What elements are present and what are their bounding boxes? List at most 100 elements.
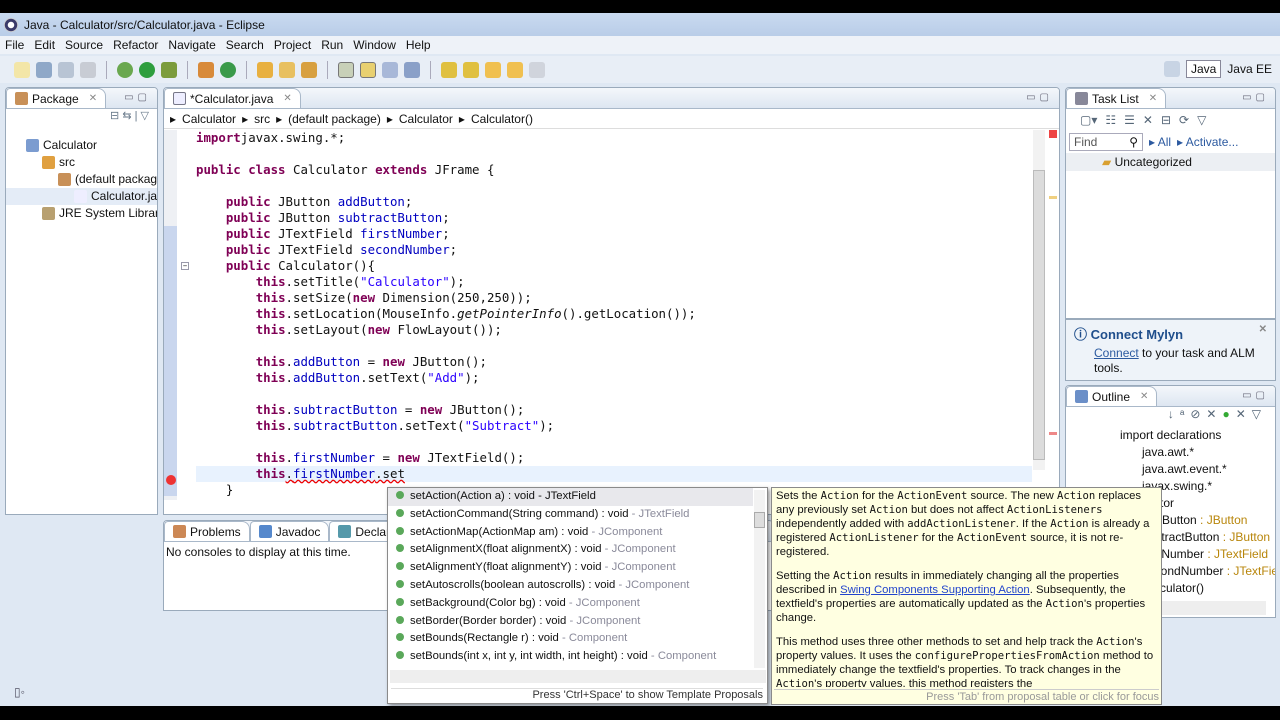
breadcrumb-item[interactable]: src bbox=[254, 112, 270, 126]
hide-completed-icon[interactable]: ✕ bbox=[1143, 113, 1153, 127]
status-bar-icon[interactable]: ▯◦ bbox=[14, 685, 25, 699]
outline-item[interactable]: java.awt.* bbox=[1066, 444, 1275, 461]
tab-outline[interactable]: Outline ✕ bbox=[1066, 386, 1158, 406]
show-whitespace-icon[interactable] bbox=[404, 61, 420, 78]
link-editor-icon[interactable]: ⇆ bbox=[122, 110, 131, 122]
menu-navigate[interactable]: Navigate bbox=[163, 38, 220, 52]
proposal-scrollbar[interactable] bbox=[754, 490, 765, 668]
open-type-icon[interactable] bbox=[257, 61, 273, 78]
breadcrumb-item[interactable]: Calculator() bbox=[471, 112, 533, 126]
new-class-icon[interactable] bbox=[220, 61, 236, 78]
mark-occurrences-icon[interactable] bbox=[338, 61, 354, 78]
close-icon[interactable]: ✕ bbox=[1259, 324, 1267, 335]
proposal-item[interactable]: setBounds(Rectangle r) : void - Componen… bbox=[388, 630, 753, 648]
code-editor[interactable]: − importjavax.swing.*; public class Calcu… bbox=[164, 130, 1059, 500]
minimize-maximize-icon[interactable]: ▭▢ bbox=[1026, 92, 1053, 103]
close-icon[interactable]: ✕ bbox=[1149, 93, 1157, 104]
breadcrumb-item[interactable]: Calculator bbox=[399, 112, 453, 126]
sort-icon[interactable]: ↓ᵃ bbox=[1168, 407, 1190, 421]
proposal-hscrollbar[interactable] bbox=[390, 670, 766, 683]
view-menu-icon[interactable]: ▽ bbox=[1252, 407, 1267, 421]
hide-local-types-icon[interactable]: ✕ bbox=[1236, 407, 1252, 421]
hide-nonpublic-icon[interactable]: ● bbox=[1222, 407, 1235, 421]
breadcrumb-item[interactable]: Calculator bbox=[182, 112, 236, 126]
menu-run[interactable]: Run bbox=[316, 38, 348, 52]
scheduled-icon[interactable]: ☰ bbox=[1124, 113, 1135, 127]
proposal-item[interactable]: setBorder(Border border) : void - JCompo… bbox=[388, 613, 753, 631]
run-icon[interactable] bbox=[139, 61, 155, 78]
tree-item[interactable]: (default package) bbox=[6, 171, 157, 188]
perspective-java-ee[interactable]: Java EE bbox=[1227, 62, 1272, 76]
find-input[interactable]: Find ⚲ bbox=[1069, 133, 1143, 151]
proposal-item[interactable]: setBounds(int x, int y, int width, int h… bbox=[388, 648, 753, 666]
activate-link[interactable]: ▸ Activate... bbox=[1177, 135, 1238, 149]
sync-icon[interactable]: ⟳ bbox=[1179, 113, 1189, 127]
new-task-icon[interactable]: ▢▾ bbox=[1080, 113, 1097, 127]
collapse-all-icon[interactable]: ⊟ bbox=[110, 110, 119, 122]
breadcrumb-arrow-icon[interactable]: ▸ bbox=[170, 112, 176, 126]
search-icon[interactable] bbox=[301, 61, 317, 78]
error-icon[interactable] bbox=[166, 475, 176, 485]
tab-package-explorer[interactable]: Package ✕ bbox=[6, 88, 107, 108]
menu-window[interactable]: Window bbox=[348, 38, 401, 52]
tab-problems[interactable]: Problems bbox=[164, 521, 250, 541]
hide-static-icon[interactable]: ✕ bbox=[1206, 407, 1222, 421]
save-icon[interactable] bbox=[36, 61, 52, 78]
open-perspective-icon[interactable] bbox=[1163, 61, 1180, 77]
open-folder-icon[interactable] bbox=[279, 61, 295, 78]
last-edit-icon[interactable] bbox=[485, 61, 501, 78]
print-icon[interactable] bbox=[80, 61, 96, 78]
warning-marker[interactable] bbox=[1049, 196, 1057, 199]
fold-icon[interactable]: − bbox=[181, 262, 189, 270]
menu-search[interactable]: Search bbox=[221, 38, 269, 52]
view-menu-icon[interactable]: ▽ bbox=[1197, 113, 1206, 127]
highlight-icon[interactable] bbox=[360, 61, 376, 78]
tab-javadoc[interactable]: Javadoc bbox=[249, 521, 330, 541]
close-icon[interactable]: ✕ bbox=[283, 93, 291, 104]
minimize-maximize-icon[interactable]: ▭▢ bbox=[1242, 390, 1269, 401]
tree-item[interactable]: src bbox=[6, 154, 157, 171]
breadcrumb-arrow-icon[interactable]: ▸ bbox=[387, 112, 393, 126]
external-tools-icon[interactable] bbox=[161, 61, 177, 78]
error-marker[interactable] bbox=[1049, 432, 1057, 435]
block-selection-icon[interactable] bbox=[382, 61, 398, 78]
outline-item[interactable]: import declarations bbox=[1066, 427, 1275, 444]
save-all-icon[interactable] bbox=[58, 61, 74, 78]
tree-item[interactable]: Calculator.java bbox=[6, 188, 157, 205]
breadcrumb-arrow-icon[interactable]: ▸ bbox=[276, 112, 282, 126]
menu-refactor[interactable]: Refactor bbox=[108, 38, 163, 52]
connect-link[interactable]: Connect bbox=[1094, 346, 1139, 360]
new-icon[interactable] bbox=[14, 61, 30, 78]
proposal-item[interactable]: setAutoscrolls(boolean autoscrolls) : vo… bbox=[388, 577, 753, 595]
close-icon[interactable]: ✕ bbox=[1140, 391, 1148, 402]
tab-task-list[interactable]: Task List ✕ bbox=[1066, 88, 1167, 108]
minimize-maximize-icon[interactable]: ▭▢ bbox=[1242, 92, 1269, 103]
menu-help[interactable]: Help bbox=[401, 38, 436, 52]
proposal-item[interactable]: setAlignmentX(float alignmentX) : void -… bbox=[388, 541, 753, 559]
category-uncategorized[interactable]: ▰ Uncategorized bbox=[1066, 153, 1275, 171]
view-menu-icon[interactable]: ▽ bbox=[141, 110, 149, 122]
debug-icon[interactable] bbox=[117, 61, 133, 78]
menu-edit[interactable]: Edit bbox=[29, 38, 60, 52]
forward-icon[interactable] bbox=[529, 61, 545, 78]
swing-components-link[interactable]: Swing Components Supporting Action bbox=[840, 584, 1030, 596]
outline-item[interactable]: java.awt.event.* bbox=[1066, 461, 1275, 478]
tab-calculator-java[interactable]: *Calculator.java ✕ bbox=[164, 88, 301, 108]
back-icon[interactable] bbox=[507, 61, 523, 78]
menu-project[interactable]: Project bbox=[269, 38, 316, 52]
menu-source[interactable]: Source bbox=[60, 38, 108, 52]
breadcrumb-arrow-icon[interactable]: ▸ bbox=[242, 112, 248, 126]
menu-file[interactable]: File bbox=[0, 38, 29, 52]
hide-fields-icon[interactable]: ⊘ bbox=[1190, 407, 1206, 421]
breadcrumb-arrow-icon[interactable]: ▸ bbox=[459, 112, 465, 126]
proposal-item[interactable]: setBackground(Color bg) : void - JCompon… bbox=[388, 595, 753, 613]
proposal-item[interactable]: setAction(Action a) : void - JTextField bbox=[388, 488, 753, 506]
new-package-icon[interactable] bbox=[198, 61, 214, 78]
proposal-item[interactable]: setActionCommand(String command) : void … bbox=[388, 506, 753, 524]
minimize-maximize-icon[interactable]: ▭▢ bbox=[124, 92, 151, 103]
next-annotation-icon[interactable] bbox=[441, 61, 457, 78]
proposal-item[interactable]: setActionMap(ActionMap am) : void - JCom… bbox=[388, 524, 753, 542]
all-link[interactable]: ▸ All bbox=[1149, 135, 1171, 149]
vertical-scrollbar[interactable] bbox=[1033, 130, 1045, 470]
breadcrumb-item[interactable]: (default package) bbox=[288, 112, 381, 126]
